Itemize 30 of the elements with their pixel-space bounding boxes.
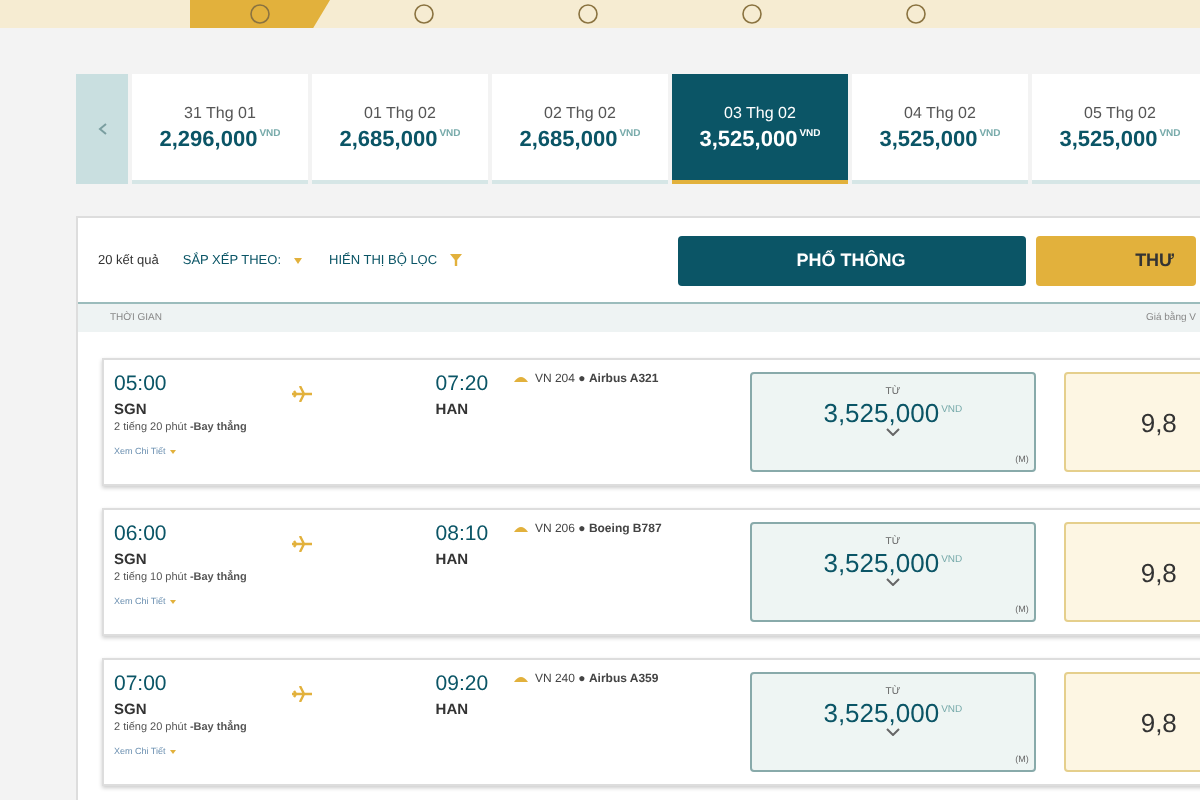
caret-icon	[293, 257, 301, 263]
date-tab[interactable]: 05 Thg 02 3,525,000$^{VND}$	[1032, 74, 1200, 184]
departure-time: 06:00	[114, 522, 169, 546]
date-tab[interactable]: 03 Thg 02 3,525,000$^{VND}$	[672, 74, 848, 184]
date-tab[interactable]: 04 Thg 02 3,525,000$^{VND}$	[852, 74, 1028, 184]
airline-logo-icon	[514, 674, 529, 682]
business-fare-button[interactable]: 9,8	[1064, 672, 1200, 772]
business-fare-button[interactable]: 9,8	[1064, 522, 1200, 622]
airline-logo-icon	[514, 374, 529, 382]
chevron-down-icon	[885, 728, 900, 736]
business-fare-button[interactable]: 9,8	[1064, 372, 1200, 472]
date-tab[interactable]: 31 Thg 01 2,296,000$^{VND}$	[132, 74, 308, 184]
chevron-down-icon	[885, 578, 900, 586]
departure-time: 05:00	[114, 372, 169, 396]
date-tab[interactable]: 01 Thg 02 2,685,000$^{VND}$	[312, 74, 488, 184]
arrival-time: 09:20	[435, 672, 491, 696]
departure-time: 07:00	[114, 672, 169, 696]
caret-icon	[169, 749, 176, 753]
caret-icon	[169, 599, 176, 603]
chevron-down-icon	[885, 428, 900, 436]
fare-class-tab[interactable]: PHỔ THÔNG	[677, 235, 1026, 285]
caret-icon	[169, 449, 176, 453]
date-tab[interactable]: 02 Thg 02 2,685,000$^{VND}$	[492, 74, 668, 184]
airline-logo-icon	[514, 524, 529, 532]
fare-class-tab[interactable]: THƯ	[1035, 235, 1196, 285]
arrival-time: 07:20	[435, 372, 491, 396]
chevron-left-icon	[97, 121, 107, 135]
arrival-time: 08:10	[435, 522, 491, 546]
filter-icon	[449, 254, 462, 266]
nav-tab[interactable]	[190, 0, 330, 28]
